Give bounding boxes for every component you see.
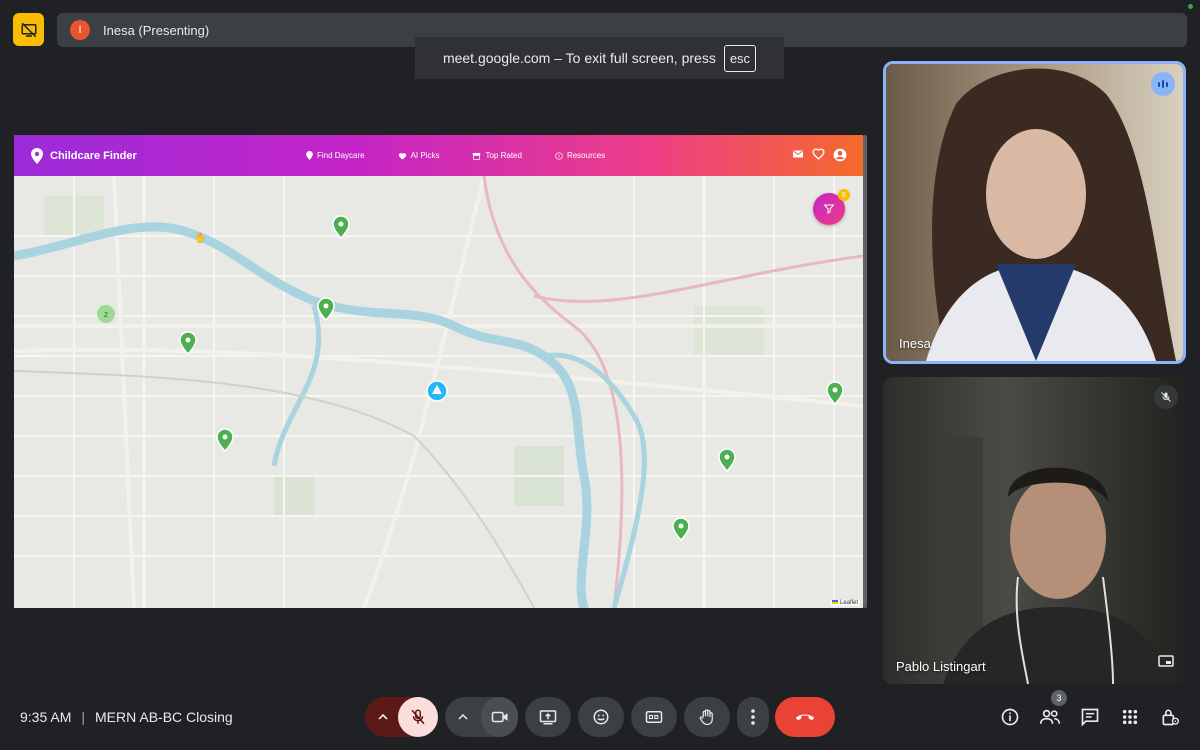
audio-level-icon — [1158, 80, 1168, 88]
mic-off-icon — [411, 709, 425, 725]
chat-icon — [1081, 708, 1099, 727]
speaking-indicator — [1151, 72, 1175, 96]
host-controls-button[interactable] — [1155, 702, 1185, 732]
camera-toggle-button[interactable] — [481, 697, 518, 737]
audio-options-button[interactable] — [365, 697, 401, 737]
hand-icon — [699, 709, 713, 726]
filter-icon — [823, 204, 835, 214]
map-attribution[interactable]: Leaflet — [829, 600, 860, 606]
participant-tile-inesa[interactable]: Inesa — [883, 61, 1186, 364]
emoji-icon — [593, 709, 609, 725]
nav-label: Find Daycare — [317, 151, 365, 160]
esc-key: esc — [723, 44, 757, 72]
favorites-heart-icon[interactable] — [812, 148, 825, 160]
pip-icon[interactable] — [1158, 654, 1174, 672]
user-location-marker[interactable] — [426, 380, 448, 402]
participant-name: Inesa — [899, 336, 931, 351]
location-pin-icon — [31, 147, 43, 164]
clock: 9:35 AM — [20, 709, 72, 725]
raise-hand-button[interactable] — [684, 697, 730, 737]
camera-icon — [491, 711, 507, 723]
store-icon — [473, 152, 481, 160]
present-off-icon — [21, 22, 36, 37]
presenter-label: Inesa (Presenting) — [103, 22, 210, 38]
hand-cursor-icon: ✋ — [194, 231, 206, 244]
screen-scrollbar[interactable] — [863, 135, 867, 608]
closed-captions-icon — [645, 711, 663, 723]
present-now-button[interactable] — [525, 697, 571, 737]
camera-control — [445, 697, 518, 737]
nav-top-rated[interactable]: Top Rated — [472, 151, 522, 160]
divider: | — [81, 709, 86, 725]
marker-cluster[interactable]: 2 — [97, 305, 115, 323]
participant-video — [886, 64, 1183, 361]
info-icon — [1001, 708, 1019, 726]
heart-icon — [398, 152, 406, 160]
recording-indicator — [1188, 4, 1193, 9]
shared-screen: Childcare Finder Find Daycare AI Picks T… — [14, 135, 863, 608]
meet-window: I Inesa (Presenting) meet.google.com – T… — [0, 0, 1200, 750]
chat-button[interactable] — [1075, 702, 1105, 732]
presenter-avatar: I — [70, 20, 90, 40]
fullscreen-toast-text: meet.google.com – To exit full screen, p… — [442, 50, 716, 66]
nav-label: Resources — [566, 151, 606, 160]
people-button[interactable] — [1035, 702, 1065, 732]
participant-tile-pablo[interactable]: Pablo Listingart — [883, 377, 1186, 684]
present-screen-icon — [539, 710, 557, 725]
reactions-button[interactable] — [578, 697, 624, 737]
chevron-up-icon — [458, 714, 468, 720]
attribution-text: Leaflet — [839, 600, 858, 606]
nav-find-daycare[interactable]: Find Daycare — [306, 151, 365, 160]
account-icon[interactable] — [833, 148, 847, 162]
mail-icon[interactable] — [792, 148, 804, 160]
people-icon — [1039, 709, 1061, 724]
activities-button[interactable] — [1115, 702, 1145, 732]
captions-button[interactable] — [631, 697, 677, 737]
brand-name: Childcare Finder — [50, 149, 137, 162]
muted-indicator — [1154, 385, 1178, 409]
cluster-count: 2 — [104, 312, 108, 319]
leaflet-flag-icon — [831, 600, 838, 604]
filter-count-badge: 6 — [838, 189, 850, 201]
pin-icon — [306, 151, 313, 160]
nav-resources[interactable]: Resources — [555, 151, 605, 160]
apps-grid-icon — [1122, 709, 1138, 725]
nav-label: Top Rated — [485, 151, 522, 160]
participant-video — [883, 377, 1186, 684]
mic-off-icon — [1161, 392, 1171, 402]
nav-ai-picks[interactable]: AI Picks — [398, 151, 440, 160]
info-icon — [555, 151, 563, 160]
map[interactable]: 2 ✋ — [14, 176, 863, 608]
more-vert-icon — [751, 709, 755, 725]
mic-toggle-button[interactable] — [398, 697, 438, 737]
participant-name: Pablo Listingart — [896, 659, 986, 674]
brand[interactable]: Childcare Finder — [31, 147, 137, 164]
leave-call-button[interactable] — [775, 697, 835, 737]
meeting-info: 9:35 AM | MERN AB-BC Closing — [20, 709, 233, 725]
header-icons — [792, 148, 847, 162]
fullscreen-toast: meet.google.com – To exit full screen, p… — [415, 37, 784, 79]
more-options-button[interactable] — [737, 697, 769, 737]
end-call-icon — [795, 714, 815, 721]
chevron-up-icon — [378, 714, 388, 720]
meeting-title[interactable]: MERN AB-BC Closing — [95, 709, 233, 725]
meeting-details-button[interactable] — [995, 702, 1025, 732]
nav-label: AI Picks — [410, 151, 440, 160]
app-nav: Find Daycare AI Picks Top Rated Resource… — [306, 135, 638, 176]
app-header: Childcare Finder Find Daycare AI Picks T… — [14, 135, 863, 176]
people-count-badge: 3 — [1051, 690, 1067, 706]
lock-person-icon — [1162, 709, 1179, 726]
video-options-button[interactable] — [445, 697, 481, 737]
stop-presenting-button[interactable] — [13, 13, 44, 46]
